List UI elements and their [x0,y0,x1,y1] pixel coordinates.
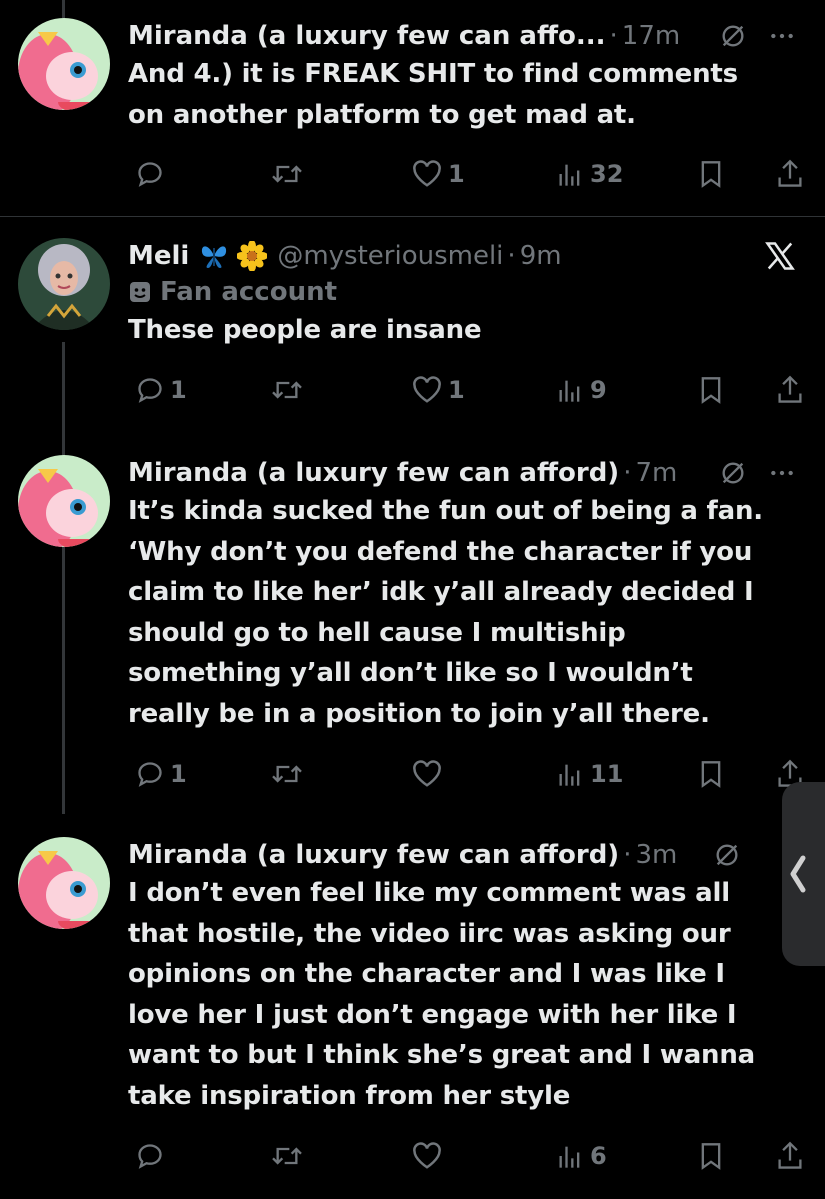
bookmark-button[interactable] [698,370,724,410]
bookmark-icon [701,761,721,788]
share-button[interactable] [776,154,804,194]
views-icon [559,1146,580,1168]
separator-dot: · [623,840,632,870]
retweet-icon [272,381,302,399]
timestamp[interactable]: 9m [520,238,562,274]
more-icon[interactable] [769,460,795,486]
like-button[interactable]: 1 [412,154,465,194]
bookmark-icon [701,161,721,188]
reply-count: 1 [170,760,187,788]
retweet-button[interactable] [270,754,310,794]
like-count: 1 [448,376,465,404]
bookmark-button[interactable] [698,154,724,194]
heart-icon [413,160,441,187]
share-icon [778,159,802,187]
reply-icon [138,378,162,403]
retweet-button[interactable] [270,370,310,410]
timestamp[interactable]: 3m [635,837,677,873]
avatar[interactable] [18,238,110,330]
views-icon [559,764,580,786]
divider [0,216,825,217]
avatar[interactable] [18,455,110,547]
heart-icon [413,376,441,403]
retweet-icon [272,765,302,783]
bookmark-button[interactable] [698,1136,724,1176]
view-count: 6 [590,1142,607,1170]
action-bar: 6 [128,1136,808,1176]
separator-dot: · [609,21,618,51]
bookmark-button[interactable] [698,754,724,794]
chevron-left-icon [790,855,806,893]
separator-dot: · [507,241,516,271]
views-button[interactable]: 32 [556,154,623,194]
author-name[interactable]: Miranda (a luxury few can afford) [128,837,619,873]
action-bar: 1 11 [128,754,808,794]
butterfly-icon [199,242,229,270]
retweet-button[interactable] [270,1136,310,1176]
reply-icon [138,162,162,187]
tweet-text: I don’t even feel like my comment was al… [128,878,756,1111]
retweet-icon [272,165,302,183]
timestamp[interactable]: 17m [622,18,680,54]
author-name[interactable]: Miranda (a luxury few can afford) [128,455,619,491]
tweet-4[interactable]: Miranda (a luxury few can afford) · 3m I… [0,837,825,1187]
heart-icon [413,760,441,787]
bookmark-icon [701,377,721,404]
reply-button[interactable]: 1 [136,370,187,410]
share-button[interactable] [776,1136,804,1176]
muted-icon[interactable] [719,459,747,487]
author-name[interactable]: Meli [128,238,189,274]
tweet-text: It’s kinda sucked the fun out of being a… [128,496,763,729]
muted-icon[interactable] [719,22,747,50]
reply-button[interactable]: 1 [136,754,187,794]
view-count: 32 [590,160,624,188]
views-icon [559,380,580,402]
heart-icon [413,1142,441,1169]
share-icon [778,375,802,403]
separator-dot: · [623,458,632,488]
action-bar: 1 32 [128,154,808,194]
reply-icon [138,1144,162,1169]
view-count: 11 [590,760,624,788]
muted-icon[interactable] [713,841,741,869]
reply-icon [138,762,162,787]
theater-masks-icon [130,282,150,302]
tweet-text: And 4.) it is FREAK SHIT to find comment… [128,59,738,130]
views-icon [559,164,580,186]
x-logo-icon[interactable] [765,242,795,270]
thread-line-top [62,0,65,18]
tweet-3[interactable]: Miranda (a luxury few can afford) · 7m I… [0,455,825,805]
timestamp[interactable]: 7m [635,455,677,491]
views-button[interactable]: 9 [556,370,607,410]
badge-label: Fan account [160,277,338,307]
like-count: 1 [448,160,465,188]
tweet-text: These people are insane [128,315,482,345]
reply-button[interactable] [136,1136,170,1176]
avatar[interactable] [18,18,110,110]
author-handle[interactable]: @mysteriousmeli [277,238,503,274]
author-name[interactable]: Miranda (a luxury few can affo... [128,18,606,54]
more-icon[interactable] [769,23,795,49]
views-button[interactable]: 11 [556,754,623,794]
share-button[interactable] [776,370,804,410]
retweet-icon [272,1147,302,1165]
reply-count: 1 [170,376,187,404]
views-button[interactable]: 6 [556,1136,607,1176]
avatar[interactable] [18,837,110,929]
side-panel-handle[interactable] [782,782,825,966]
fan-account-badge: Fan account [128,274,795,310]
action-bar: 1 1 9 [128,370,808,410]
flower-icon [237,241,268,271]
bookmark-icon [701,1143,721,1170]
share-icon [778,1141,802,1169]
like-button[interactable] [412,754,448,794]
like-button[interactable]: 1 [412,370,465,410]
reply-button[interactable] [136,154,170,194]
retweet-button[interactable] [270,154,310,194]
view-count: 9 [590,376,607,404]
like-button[interactable] [412,1136,448,1176]
